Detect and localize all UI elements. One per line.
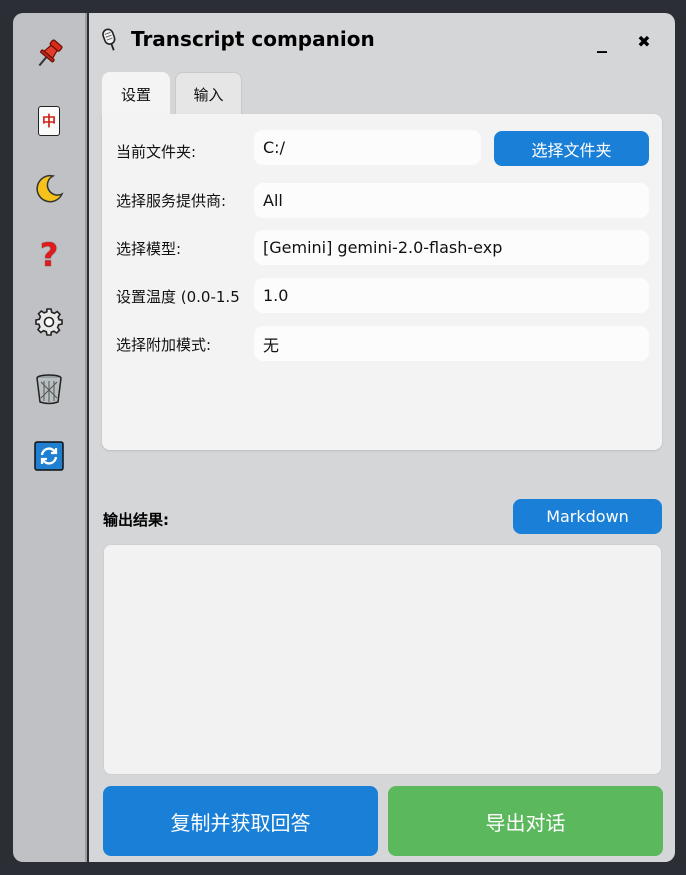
append-mode-label: 选择附加模式: <box>116 336 212 354</box>
question-mark-icon[interactable]: ? <box>31 236 67 274</box>
close-button[interactable]: ✖ <box>632 29 656 53</box>
sidebar: 中 ? <box>13 13 87 862</box>
folder-field[interactable]: C:/ <box>254 130 481 165</box>
crescent-moon-icon[interactable] <box>31 170 67 206</box>
title-bar: Transcript companion _ ✖ <box>89 13 675 69</box>
model-select[interactable]: [Gemini] gemini-2.0-flash-exp <box>254 230 649 265</box>
output-label: 输出结果: <box>103 511 169 529</box>
provider-label: 选择服务提供商: <box>116 192 227 210</box>
temperature-field[interactable]: 1.0 <box>254 278 649 313</box>
gear-icon[interactable] <box>31 304 67 340</box>
tab-input[interactable]: 输入 <box>175 72 242 116</box>
provider-select[interactable]: All <box>254 183 649 218</box>
model-label: 选择模型: <box>116 240 182 258</box>
append-mode-select[interactable]: 无 <box>254 326 649 361</box>
markdown-button[interactable]: Markdown <box>513 499 662 534</box>
main-window: Transcript companion _ ✖ 设置 输入 当前文件夹: C:… <box>89 13 675 862</box>
copy-and-get-answer-button[interactable]: 复制并获取回答 <box>103 786 378 856</box>
microphone-icon <box>99 27 121 53</box>
tab-settings[interactable]: 设置 <box>102 72 170 116</box>
mahjong-zhong-icon[interactable]: 中 <box>31 103 67 139</box>
refresh-icon[interactable] <box>31 438 67 474</box>
pushpin-icon[interactable] <box>31 36 67 72</box>
choose-folder-button[interactable]: 选择文件夹 <box>494 131 649 166</box>
temperature-label: 设置温度 (0.0-1.5 <box>116 288 240 306</box>
output-textarea[interactable] <box>103 544 662 775</box>
wastebasket-icon[interactable] <box>31 371 67 407</box>
app-title: Transcript companion <box>131 27 375 51</box>
export-conversation-button[interactable]: 导出对话 <box>388 786 663 856</box>
settings-panel: 当前文件夹: C:/ 选择文件夹 选择服务提供商: All 选择模型: [Gem… <box>102 114 662 450</box>
mahjong-glyph: 中 <box>38 106 60 136</box>
folder-label: 当前文件夹: <box>116 143 197 161</box>
question-glyph: ? <box>39 236 59 274</box>
minimize-button[interactable]: _ <box>590 29 614 53</box>
